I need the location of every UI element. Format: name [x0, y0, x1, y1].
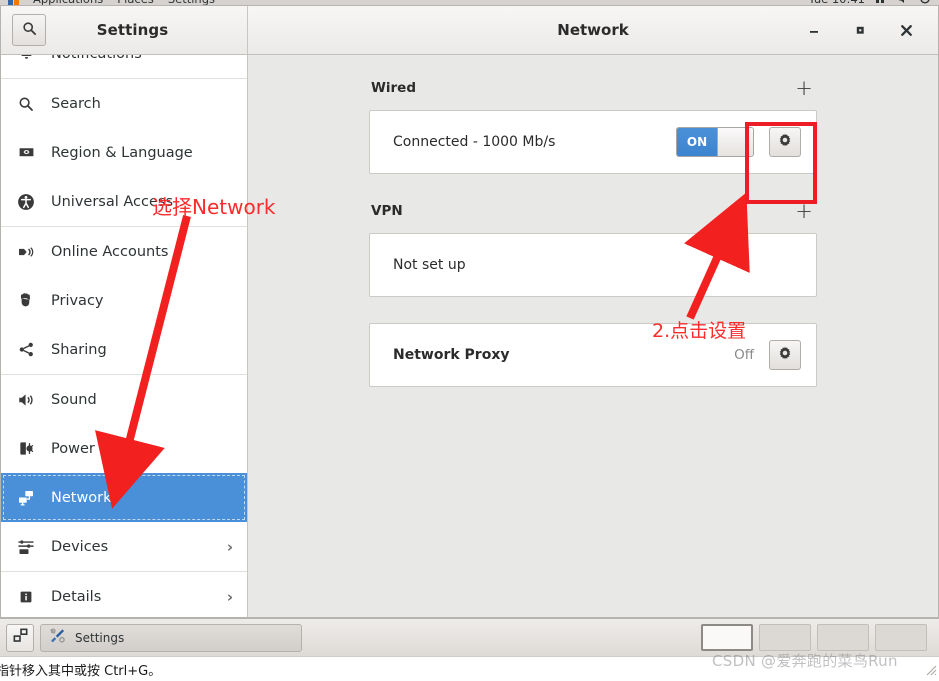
- minimize-button[interactable]: [804, 20, 824, 40]
- power-status-icon[interactable]: [919, 0, 931, 5]
- wired-section-header: Wired +: [369, 77, 817, 99]
- sidebar-item-label: Online Accounts: [51, 243, 169, 260]
- sidebar-item-online-accounts[interactable]: Online Accounts: [1, 227, 247, 276]
- network-content: Wired + Connected - 1000 Mb/s ON VPN + N…: [248, 55, 938, 617]
- sidebar-item-label: Privacy: [51, 292, 104, 309]
- add-wired-button[interactable]: +: [793, 77, 815, 99]
- sidebar-list: Notifications Search Region & Languag: [1, 55, 247, 617]
- vpn-section-header: VPN +: [369, 200, 817, 222]
- add-vpn-button[interactable]: +: [793, 200, 815, 222]
- hand-icon: [15, 292, 37, 309]
- search-button[interactable]: [12, 14, 46, 46]
- flag-icon: [15, 144, 37, 161]
- speaker-icon: [15, 391, 37, 409]
- window-title: Settings: [96, 21, 169, 39]
- bell-icon: [15, 55, 37, 62]
- sidebar-item-label: Network: [51, 489, 112, 506]
- workspace-3[interactable]: [817, 624, 869, 651]
- vpn-section: VPN + Not set up: [369, 200, 817, 297]
- network-proxy-card: Network Proxy Off: [369, 323, 817, 387]
- taskbar: Settings: [0, 618, 939, 656]
- show-desktop-button[interactable]: [6, 623, 34, 652]
- sidebar-item-region-language[interactable]: Region & Language: [1, 128, 247, 177]
- sidebar-item-search[interactable]: Search: [1, 79, 247, 128]
- workspace-switcher: [701, 624, 933, 651]
- search-icon: [15, 96, 37, 112]
- window-headerbar: Settings Network: [1, 6, 938, 55]
- share-icon: [15, 341, 37, 358]
- window-controls: [804, 20, 938, 40]
- sidebar-item-label: Sound: [51, 391, 97, 408]
- wired-card: Connected - 1000 Mb/s ON: [369, 110, 817, 174]
- headerbar-left: Settings: [1, 6, 248, 54]
- network-proxy-settings-button[interactable]: [769, 340, 801, 370]
- close-button[interactable]: [896, 20, 916, 40]
- sidebar-item-label: Search: [51, 95, 101, 112]
- window-body: Notifications Search Region & Languag: [1, 55, 938, 617]
- network-proxy-row[interactable]: Network Proxy Off: [370, 324, 816, 386]
- taskbar-window-settings[interactable]: Settings: [40, 623, 302, 652]
- sidebar-item-universal-access[interactable]: Universal Access: [1, 177, 247, 226]
- volume-status-icon[interactable]: [897, 0, 909, 5]
- sidebar-item-label: Notifications: [51, 55, 233, 62]
- sidebar-item-label: Sharing: [51, 341, 107, 358]
- vpn-title: VPN: [371, 203, 403, 219]
- vpn-card: Not set up: [369, 233, 817, 297]
- chevron-right-icon: ›: [226, 587, 233, 606]
- wired-title: Wired: [371, 80, 416, 96]
- sidebar-item-label: Universal Access: [51, 193, 174, 210]
- show-desktop-icon: [12, 627, 29, 648]
- resize-grip[interactable]: [923, 662, 937, 676]
- wired-toggle-on-label: ON: [677, 128, 718, 156]
- wired-settings-button[interactable]: [769, 127, 801, 157]
- vpn-row[interactable]: Not set up: [370, 234, 816, 296]
- power-plug-icon: [15, 440, 37, 457]
- network-proxy-state: Off: [734, 347, 754, 363]
- sidebar-item-privacy[interactable]: Privacy: [1, 276, 247, 325]
- online-accounts-icon: [15, 243, 37, 261]
- search-icon: [22, 21, 37, 40]
- sidebar-item-power[interactable]: Power: [1, 424, 247, 473]
- screen-root: Applications Places Settings Tue 10:41: [0, 0, 939, 681]
- sidebar-item-label: Devices: [51, 538, 109, 555]
- network-proxy-label: Network Proxy: [393, 347, 510, 363]
- sidebar-item-notifications[interactable]: Notifications: [1, 55, 247, 78]
- devices-icon: [15, 538, 37, 556]
- sidebar-item-devices[interactable]: Devices ›: [1, 522, 247, 571]
- sidebar: Notifications Search Region & Languag: [1, 55, 248, 617]
- sidebar-item-label: Region & Language: [51, 144, 193, 161]
- wired-row[interactable]: Connected - 1000 Mb/s ON: [370, 111, 816, 173]
- statusbar: 指针移入其中或按 Ctrl+G。: [0, 656, 939, 681]
- workspace-2[interactable]: [759, 624, 811, 651]
- maximize-button[interactable]: [850, 20, 870, 40]
- workspace-1[interactable]: [701, 624, 753, 651]
- wired-toggle-knob: [718, 128, 753, 156]
- sidebar-item-details[interactable]: Details ›: [1, 572, 247, 617]
- sidebar-item-sharing[interactable]: Sharing: [1, 325, 247, 374]
- settings-window: Settings Network Search Region & Languag…: [0, 6, 939, 618]
- tools-icon: [49, 627, 66, 648]
- accessibility-icon: [15, 193, 37, 211]
- sidebar-item-label: Details: [51, 588, 102, 605]
- network-status-icon[interactable]: [875, 0, 887, 5]
- taskbar-window-label: Settings: [75, 630, 125, 645]
- wired-toggle[interactable]: ON: [676, 127, 754, 157]
- gear-icon: [777, 345, 793, 365]
- applications-logo-icon: [8, 0, 19, 5]
- sidebar-item-network[interactable]: Network: [1, 473, 247, 522]
- chevron-right-icon: ›: [226, 537, 233, 556]
- headerbar-right: Network: [248, 6, 938, 54]
- sidebar-item-label: Power: [51, 440, 95, 457]
- statusbar-text: 指针移入其中或按 Ctrl+G。: [0, 663, 162, 679]
- wired-status-label: Connected - 1000 Mb/s: [393, 134, 556, 150]
- sidebar-item-sound[interactable]: Sound: [1, 375, 247, 424]
- wired-section: Wired + Connected - 1000 Mb/s ON: [369, 77, 817, 174]
- vpn-status-label: Not set up: [393, 257, 466, 273]
- info-icon: [15, 589, 37, 605]
- gear-icon: [777, 132, 793, 152]
- network-proxy-section: Network Proxy Off: [369, 323, 817, 387]
- network-icon: [15, 489, 37, 507]
- workspace-4[interactable]: [875, 624, 927, 651]
